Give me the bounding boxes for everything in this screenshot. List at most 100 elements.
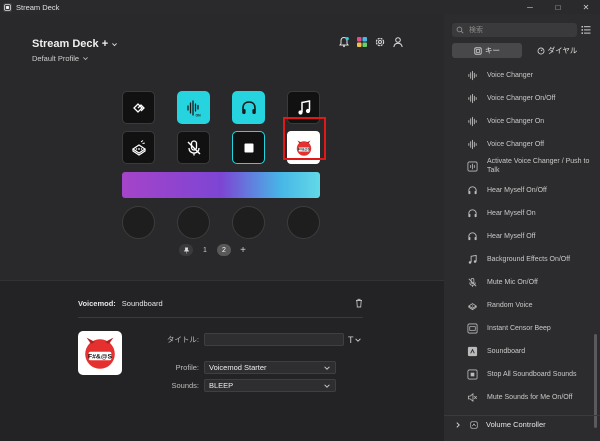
actions-sidebar: 検索 キー ダイヤル Voice Changer Voice Changer O…	[444, 14, 600, 441]
sidebar-scrollbar[interactable]	[594, 334, 597, 428]
page-1-button[interactable]: 1	[198, 244, 212, 256]
list-item[interactable]: Hear Myself On/Off	[466, 184, 592, 197]
headphones-icon	[241, 100, 256, 114]
key-mute-mic[interactable]	[177, 131, 210, 164]
account-user-icon[interactable]	[391, 35, 405, 49]
list-item[interactable]: Mute Mic On/Off	[466, 276, 592, 289]
dial-1[interactable]	[122, 206, 155, 239]
tab-keys-label: キー	[485, 46, 500, 55]
list-item[interactable]: Soundboard	[466, 345, 592, 358]
device-selector[interactable]: Stream Deck +	[32, 38, 118, 50]
sounds-select-value: BLEEP	[209, 381, 234, 390]
angry-emoji-icon: F#&@S	[85, 337, 115, 369]
inspector-divider	[78, 317, 363, 318]
action-label: Hear Myself Off	[487, 233, 536, 240]
action-list: Voice Changer Voice Changer On/Off Voice…	[444, 62, 592, 408]
key-streamdeck-logo[interactable]	[122, 91, 155, 124]
tab-dials[interactable]: ダイヤル	[522, 43, 592, 58]
list-item[interactable]: Hear Myself Off	[466, 230, 592, 243]
list-item[interactable]: Background Effects On/Off	[466, 253, 592, 266]
speaker-mute-icon	[466, 391, 479, 404]
waveform-icon	[466, 138, 479, 151]
action-label: Instant Censor Beep	[487, 325, 551, 332]
list-item[interactable]: Mute Sounds for Me On/Off	[466, 391, 592, 404]
list-view-icon[interactable]	[581, 25, 591, 35]
streamdeck-logo-icon	[132, 102, 145, 113]
action-label: Mute Mic On/Off	[487, 279, 538, 286]
action-name: Soundboard	[121, 299, 163, 308]
dice-icon	[131, 139, 146, 156]
list-item[interactable]: Voice Changer	[466, 69, 592, 82]
key-on-label: ON	[195, 113, 201, 117]
chevron-down-icon	[83, 57, 89, 61]
key-hear-myself[interactable]	[232, 91, 265, 124]
notification-bell-icon[interactable]	[337, 35, 351, 49]
waveform-icon	[466, 115, 479, 128]
list-item[interactable]: Random Voice	[466, 299, 592, 312]
pin-icon	[183, 246, 189, 254]
tab-dials-label: ダイヤル	[547, 46, 578, 55]
stream-deck-logo-icon	[3, 2, 12, 12]
list-item[interactable]: Voice Changer On	[466, 115, 592, 128]
action-label: Voice Changer	[487, 72, 533, 79]
list-item[interactable]: Activate Voice Changer / Push to Talk	[466, 157, 592, 175]
minimize-button[interactable]: ─	[516, 0, 544, 14]
window-title: Stream Deck	[16, 2, 60, 12]
list-item[interactable]: Stop All Soundboard Sounds	[466, 368, 592, 381]
main-panel: Stream Deck + Default Profile ON F#&@S 1…	[0, 14, 444, 441]
add-page-button[interactable]: +	[236, 244, 250, 256]
key-voice-changer-on[interactable]: ON	[177, 91, 210, 124]
dice-icon	[466, 299, 479, 312]
maximize-button[interactable]: □	[544, 0, 572, 14]
dial-4[interactable]	[287, 206, 320, 239]
page-2-button[interactable]: 2	[217, 244, 231, 256]
search-icon	[456, 26, 464, 34]
group-volume-controller[interactable]: Volume Controller	[454, 420, 546, 429]
dial-3[interactable]	[232, 206, 265, 239]
action-preview-image[interactable]: F#&@S	[78, 331, 122, 375]
search-input[interactable]: 検索	[452, 23, 577, 37]
settings-gear-icon[interactable]	[373, 35, 387, 49]
trash-icon[interactable]	[354, 298, 364, 308]
action-label: Voice Changer On/Off	[487, 95, 556, 102]
list-item[interactable]: Voice Changer On/Off	[466, 92, 592, 105]
title-input[interactable]	[204, 333, 344, 346]
censor-icon	[466, 322, 479, 335]
waveform-icon	[466, 92, 479, 105]
profile-selector[interactable]: Default Profile	[32, 54, 118, 63]
close-button[interactable]: ✕	[572, 0, 600, 14]
marketplace-icon[interactable]	[355, 35, 369, 49]
action-label: Background Effects On/Off	[487, 256, 571, 263]
action-label: Activate Voice Changer / Push to Talk	[487, 158, 590, 174]
pin-page-button[interactable]	[179, 244, 193, 256]
key-icon	[474, 46, 482, 55]
music-note-icon	[297, 99, 310, 115]
key-stop-sounds[interactable]	[232, 131, 265, 164]
sounds-label: Sounds:	[171, 381, 199, 390]
list-item[interactable]: Voice Changer Off	[466, 138, 592, 151]
list-item[interactable]: Instant Censor Beep	[466, 322, 592, 335]
device-name: Stream Deck +	[32, 38, 109, 50]
dial-icon	[537, 47, 545, 54]
title-bar: Stream Deck ─ □ ✕	[0, 0, 600, 14]
chevron-down-icon[interactable]	[354, 336, 362, 344]
title-label: タイトル:	[166, 335, 199, 344]
tab-keys[interactable]: キー	[452, 43, 522, 58]
profile-label: Profile:	[175, 363, 199, 372]
stop-icon	[244, 143, 253, 152]
list-item[interactable]: Hear Myself On	[466, 207, 592, 220]
selected-key-highlight	[283, 117, 326, 160]
profile-select-value: Voicemod Starter	[209, 363, 267, 372]
action-label: Random Voice	[487, 302, 533, 309]
key-random-voice[interactable]	[122, 131, 155, 164]
mic-off-icon	[187, 139, 200, 155]
dial-2[interactable]	[177, 206, 210, 239]
action-label: Hear Myself On	[487, 210, 536, 217]
action-label: Soundboard	[487, 348, 526, 355]
music-note-icon	[466, 253, 479, 266]
touch-strip[interactable]	[122, 172, 320, 198]
device-canvas: Stream Deck + Default Profile ON F#&@S 1…	[0, 14, 444, 280]
headphones-icon	[466, 184, 479, 197]
sounds-select[interactable]: BLEEP	[204, 379, 336, 392]
profile-select[interactable]: Voicemod Starter	[204, 361, 336, 374]
